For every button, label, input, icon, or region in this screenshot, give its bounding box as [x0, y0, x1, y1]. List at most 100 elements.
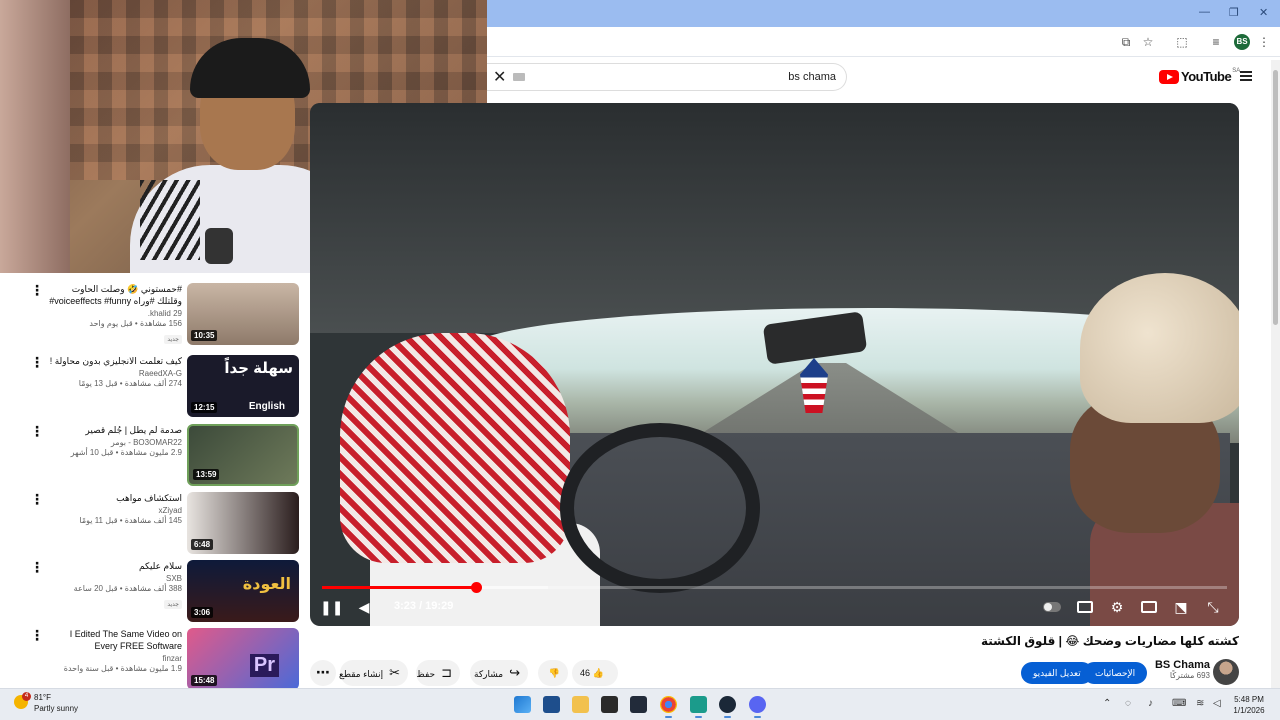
volume-icon[interactable]: ◀ — [354, 597, 374, 617]
file-explorer-icon[interactable] — [572, 696, 589, 713]
tray-app-icon[interactable]: ◌ — [1125, 698, 1131, 709]
progress-bar[interactable] — [322, 582, 1227, 593]
thumbs-up-icon: 👍 — [592, 668, 604, 678]
discord-icon[interactable] — [749, 696, 766, 718]
share-label: مشاركة — [474, 669, 504, 679]
minimize-button[interactable]: — — [1199, 6, 1210, 18]
fullscreen-icon[interactable]: ⤡ — [1203, 597, 1223, 617]
wifi-icon[interactable]: ≋ — [1196, 698, 1204, 709]
rec-thumbnail[interactable]: 6:48 — [187, 492, 299, 554]
rec-title[interactable]: #حمستوني 🤣 وصلت الحاوت وقلتلك #وراه voic… — [48, 283, 182, 307]
list-item[interactable]: ⋮ صدمة لم يطل | جُلم قصير BO3OMAR22 - بو… — [0, 416, 300, 486]
more-options-icon[interactable]: ⋮ — [30, 628, 44, 642]
rec-thumbnail[interactable]: العودة 3:06 — [187, 560, 299, 622]
tray-chevron-icon[interactable]: ⌃ — [1103, 698, 1111, 709]
thumb-caption: Pr — [249, 654, 279, 677]
close-window-button[interactable]: ✕ — [1259, 6, 1268, 19]
keyboard-icon[interactable] — [513, 73, 525, 81]
clip-button[interactable]: ✂ إنشاء مقطع — [339, 660, 408, 686]
share-icon: ↪ — [509, 665, 520, 680]
rec-title[interactable]: استكشاف مواهب — [48, 492, 182, 504]
camera-app-icon[interactable] — [690, 696, 707, 718]
rec-channel[interactable]: khalid 29. — [48, 309, 182, 318]
cast-to-tv-icon[interactable]: ⬔ — [1171, 597, 1191, 617]
rec-title[interactable]: صدمة لم يطل | جُلم قصير — [48, 424, 182, 436]
list-item[interactable]: ⋮ سلام عليكم SXB 388 ألف مشاهدة • قبل 20… — [0, 552, 300, 622]
rec-channel[interactable]: RaeedXA-G — [48, 369, 182, 378]
profile-avatar[interactable]: BS — [1234, 34, 1250, 50]
more-options-icon[interactable]: ⋮ — [30, 492, 44, 506]
weather-temp: 81°F — [34, 693, 51, 702]
rec-channel[interactable]: xZiyad — [48, 506, 182, 515]
app-icon[interactable] — [601, 696, 618, 713]
more-options-icon[interactable]: ⋮ — [30, 424, 44, 438]
maximize-button[interactable]: ❐ — [1229, 6, 1239, 19]
page-scrollbar[interactable] — [1271, 60, 1280, 688]
subscriber-count: 693 مشتركًا — [1169, 671, 1210, 680]
list-item[interactable]: ⋮ استكشاف مواهب xZiyad 145 ألف مشاهدة • … — [0, 484, 300, 554]
rec-thumbnail[interactable]: 10:35 — [187, 283, 299, 345]
pause-button[interactable]: ❚❚ — [320, 597, 343, 617]
rec-thumbnail[interactable]: 13:59 — [187, 424, 299, 486]
settings-gear-icon[interactable]: ⚙ — [1107, 597, 1127, 617]
duration-badge: 6:48 — [191, 539, 214, 550]
scrubber-knob[interactable] — [470, 582, 482, 593]
clear-search-icon[interactable]: ✕ — [493, 67, 506, 87]
more-actions-button[interactable]: ⋯ — [310, 660, 336, 686]
rec-views: 388 ألف مشاهدة • قبل 20 ساعة — [73, 584, 182, 593]
subtitles-icon[interactable] — [1077, 601, 1093, 613]
channel-info[interactable]: BS Chama 693 مشتركًا — [1150, 659, 1210, 680]
clip-microphone — [205, 228, 233, 264]
like-button[interactable]: 46 👍 — [572, 660, 618, 686]
keyboard-layout-icon[interactable]: ⌨ — [1172, 698, 1186, 709]
rec-thumbnail[interactable]: سهلة جداً English 12:15 — [187, 355, 299, 417]
cast-icon[interactable]: ⧉ — [1119, 35, 1133, 49]
rec-thumbnail[interactable]: Pr 15:48 — [187, 628, 299, 688]
store-icon[interactable] — [543, 696, 560, 713]
more-options-icon[interactable]: ⋮ — [30, 560, 44, 574]
bookmark-star-icon[interactable]: ☆ — [1141, 35, 1155, 49]
list-item[interactable]: ⋮ I Edited The Same Video on Every FREE … — [0, 620, 300, 688]
system-clock[interactable]: 5:48 PM 1/1/2026 — [1226, 694, 1272, 716]
save-button[interactable]: ⊏ حفظ — [416, 660, 460, 686]
search-input[interactable]: bs chama — [788, 71, 836, 83]
rec-title[interactable]: I Edited The Same Video on Every FREE So… — [48, 628, 182, 652]
windows-taskbar: 4 81°F Partly sunny ⌃ ◌ ♪ ⌨ ≋ ◁ 5:48 PM … — [0, 688, 1280, 720]
scrollbar-thumb[interactable] — [1273, 70, 1278, 325]
steam-icon[interactable] — [719, 696, 736, 718]
start-windows-icon[interactable] — [514, 696, 531, 713]
rec-channel[interactable]: BO3OMAR22 - بومر — [48, 438, 182, 447]
microphone-icon[interactable]: ♪ — [1148, 698, 1153, 709]
chrome-menu-icon[interactable]: ⋮ — [1257, 35, 1271, 49]
save-label: حفظ — [416, 669, 436, 679]
duration-badge: 15:48 — [191, 675, 218, 686]
autoplay-toggle[interactable] — [1043, 602, 1061, 612]
theater-mode-icon[interactable] — [1141, 601, 1157, 613]
rec-views: 145 ألف مشاهدة • قبل 11 يومًا — [79, 516, 182, 525]
analytics-button[interactable]: الإحصائيات — [1083, 662, 1148, 684]
davinci-icon[interactable] — [630, 696, 647, 713]
channel-avatar[interactable] — [1213, 659, 1239, 685]
dislike-button[interactable]: 👎 — [538, 660, 568, 686]
clip-label: إنشاء مقطع — [339, 669, 384, 679]
extensions-icon[interactable]: ⬚ — [1175, 35, 1189, 49]
share-button[interactable]: ↪ مشاركة — [470, 660, 528, 686]
list-item[interactable]: ⋮ كيف تعلمت الانجليزي بدون محاولة ! Raee… — [0, 347, 300, 417]
menu-icon[interactable] — [1240, 71, 1252, 81]
rec-channel[interactable]: SXB — [48, 574, 182, 583]
browser-titlebar: — ❐ ✕ — [487, 0, 1280, 27]
channel-name[interactable]: BS Chama — [1150, 659, 1210, 671]
search-box[interactable]: ✕ bs chama — [487, 63, 847, 91]
chrome-icon[interactable] — [660, 696, 677, 718]
rec-title[interactable]: سلام عليكم — [48, 560, 182, 572]
youtube-logo[interactable]: YouTube SA — [1159, 68, 1240, 84]
recommendations-list: ⋮ #حمستوني 🤣 وصلت الحاوت وقلتلك #وراه vo… — [0, 273, 310, 688]
rec-title[interactable]: كيف تعلمت الانجليزي بدون محاولة ! — [48, 355, 182, 367]
more-options-icon[interactable]: ⋮ — [30, 283, 44, 297]
more-options-icon[interactable]: ⋮ — [30, 355, 44, 369]
video-player[interactable]: ❚❚ ◀ 3:23 / 19:29 ⚙ ⬔ ⤡ — [310, 103, 1239, 626]
list-item[interactable]: ⋮ #حمستوني 🤣 وصلت الحاوت وقلتلك #وراه vo… — [0, 275, 300, 345]
speaker-icon[interactable]: ◁ — [1213, 698, 1221, 709]
rec-channel[interactable]: finzar — [48, 654, 182, 663]
media-control-icon[interactable]: ≡ — [1209, 35, 1223, 49]
